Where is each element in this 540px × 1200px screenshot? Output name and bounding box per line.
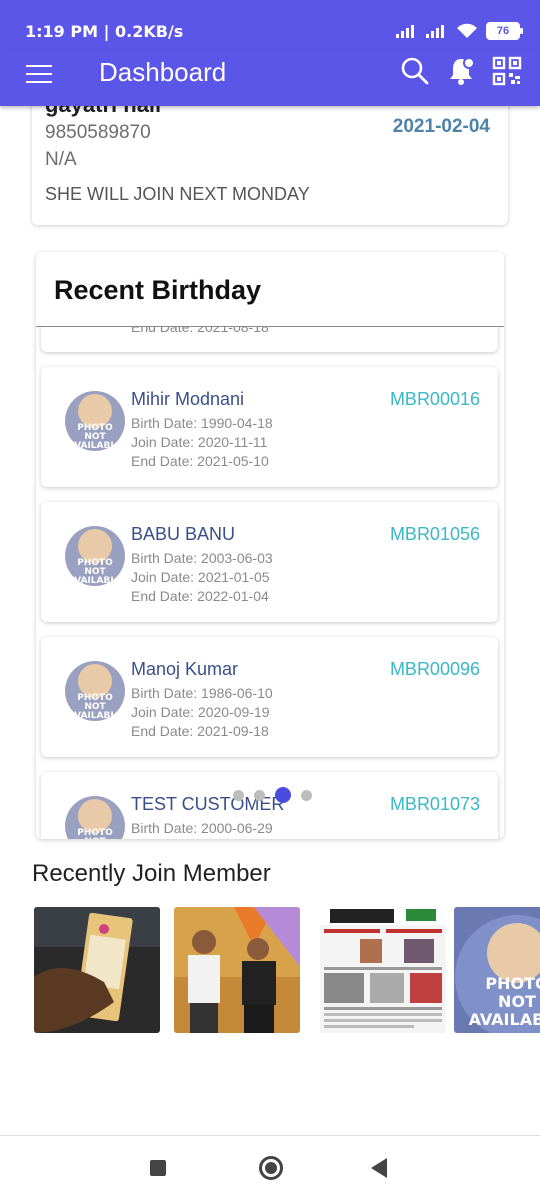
app-bar: Dashboard	[0, 50, 540, 106]
avatar-placeholder-icon: PHOTONOTAVAILABLE	[65, 391, 125, 451]
home-button[interactable]	[259, 1156, 283, 1180]
member-photo-thumb[interactable]	[320, 907, 446, 1033]
pager-dot[interactable]	[254, 789, 265, 801]
member-birth-date: Birth Date: 2003-06-03	[131, 550, 273, 566]
back-button[interactable]	[371, 1158, 387, 1178]
member-name: BABU BANU	[131, 524, 236, 544]
appbar-actions	[400, 56, 522, 86]
member-name: Mihir Modnani	[131, 389, 245, 409]
svg-text:AVAILABLE: AVAILABLE	[469, 1010, 540, 1029]
member-id: MBR01056	[389, 524, 480, 544]
member-join-date: Join Date: 2020-09-19	[131, 704, 270, 720]
pager-dot[interactable]	[301, 789, 312, 801]
member-id: MBR00096	[389, 659, 480, 679]
wifi-icon	[457, 23, 477, 38]
member-birth-date: Birth Date: 1986-06-10	[131, 685, 273, 701]
search-icon[interactable]	[400, 56, 430, 86]
page-title: Dashboard	[99, 57, 227, 87]
followup-card[interactable]: gayatri nair 9850589870 N/A SHE WILL JOI…	[32, 88, 508, 225]
member-photo-thumb[interactable]	[174, 907, 300, 1033]
status-time: 1:19 PM | 0.2KB/s	[25, 22, 184, 41]
member-join-date: Join Date: 2021-01-05	[131, 569, 270, 585]
pager-dot[interactable]	[233, 789, 244, 801]
followup-phone: 9850589870	[45, 122, 151, 143]
member-join-date: Join Date: 2020-11-11	[131, 434, 268, 450]
list-item[interactable]: PHOTONOTAVAILABLE TEST CUSTOMER Birth Da…	[41, 772, 498, 839]
member-id: MBR01073	[389, 794, 480, 814]
status-icons: 76	[396, 22, 523, 40]
member-id: MBR00016	[389, 389, 480, 409]
member-birth-date: Birth Date: 2000-06-29	[131, 820, 273, 836]
recently-join-title: Recently Join Member	[32, 860, 271, 887]
avatar-placeholder-icon: PHOTONOTAVAILABLE	[65, 526, 125, 586]
followup-note: SHE WILL JOIN NEXT MONDAY	[45, 184, 310, 204]
member-photo-thumb[interactable]: PHOTONOTAVAILABLE	[454, 907, 540, 1033]
system-nav-bar	[0, 1135, 540, 1200]
notification-bell-icon[interactable]	[446, 56, 476, 86]
avatar-placeholder-icon: PHOTONOTAVAILABLE	[65, 796, 125, 839]
member-end-date: End Date: 2022-01-04	[131, 588, 269, 604]
recent-birthday-panel: Recent Birthday End Date: 2021-08-18 PHO…	[36, 252, 504, 839]
followup-na: N/A	[45, 149, 77, 170]
signal-icon	[396, 25, 414, 38]
recently-join-list[interactable]: PHOTONOTAVAILABLE	[34, 907, 540, 1033]
recent-birthday-title: Recent Birthday	[54, 275, 262, 305]
hamburger-menu-icon[interactable]	[26, 65, 52, 85]
member-photo-thumb[interactable]	[34, 907, 160, 1033]
list-item[interactable]: PHOTO NOT AVAILABLE Mihir Modnani Birth Da…	[41, 367, 498, 487]
pager-dot-active[interactable]	[275, 787, 291, 803]
member-end-date: End Date: 2021-08-18	[131, 327, 269, 335]
member-end-date: End Date: 2021-05-10	[131, 453, 269, 469]
status-bar: 1:19 PM | 0.2KB/s 76	[0, 0, 540, 50]
list-item[interactable]: PHOTO NOT AVAILABLE Manoj Kumar Birth Date…	[41, 637, 498, 757]
svg-text:PHOTO: PHOTO	[485, 974, 540, 993]
member-name: Manoj Kumar	[131, 659, 239, 679]
list-item[interactable]: End Date: 2021-08-18	[41, 327, 498, 352]
member-birth-date: Birth Date: 1990-04-18	[131, 415, 273, 431]
list-item[interactable]: PHOTO NOT AVAILABLE BABU BANU Birth Date: …	[41, 502, 498, 622]
birthday-list[interactable]: End Date: 2021-08-18 PHOTO NOT AVAILABLE M…	[36, 327, 504, 839]
recents-button[interactable]	[150, 1160, 166, 1176]
battery-icon: 76	[486, 22, 523, 40]
svg-text:NOT: NOT	[498, 992, 536, 1011]
qr-code-icon[interactable]	[492, 56, 522, 86]
member-end-date: End Date: 2021-09-18	[131, 723, 269, 739]
avatar-placeholder-icon: PHOTONOTAVAILABLE	[65, 661, 125, 721]
carousel-pager	[233, 787, 312, 803]
signal-icon-2	[426, 25, 444, 38]
followup-date: 2021-02-04	[392, 116, 490, 137]
